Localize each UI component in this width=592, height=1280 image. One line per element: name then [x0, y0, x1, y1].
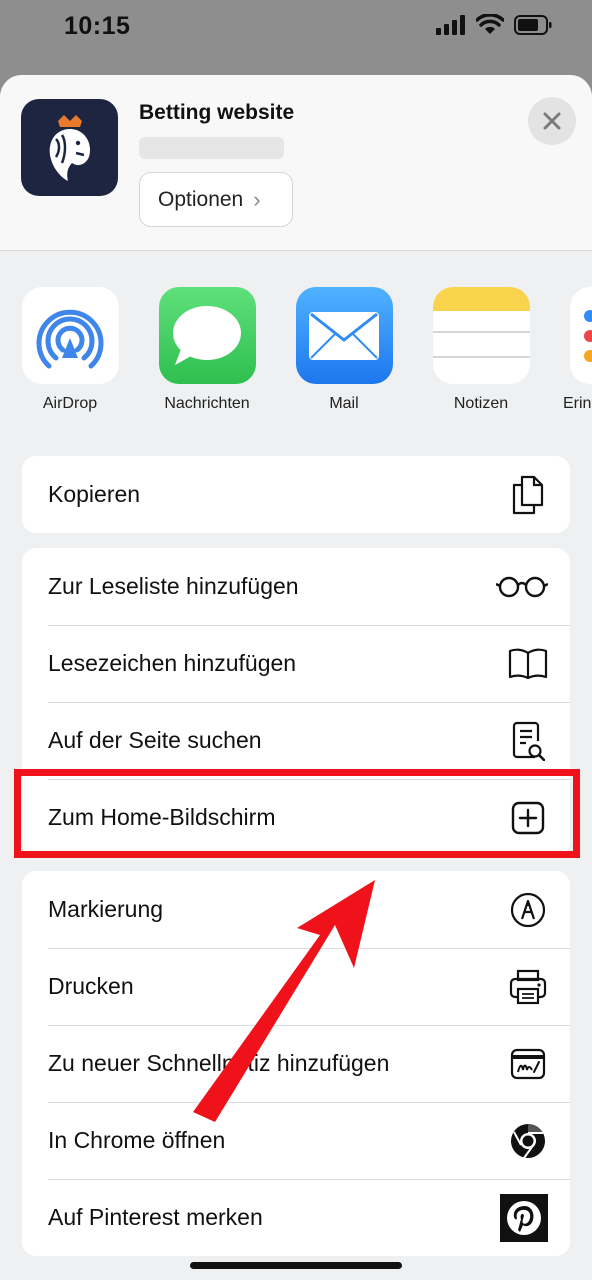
options-label: Optionen — [158, 187, 244, 211]
action-add-reading-list[interactable]: Zur Leseliste hinzufügen — [22, 548, 570, 625]
status-icons — [436, 14, 552, 35]
share-target-label: Notizen — [453, 395, 509, 412]
action-add-to-home-screen[interactable]: Zum Home-Bildschirm — [22, 779, 570, 856]
chevron-right-icon: › — [253, 186, 261, 212]
action-copy[interactable]: Kopieren — [22, 456, 570, 533]
share-target-label: Mail — [329, 395, 359, 412]
action-markup[interactable]: Markierung — [22, 871, 570, 948]
action-group-other: Markierung Drucken Zu neuer Schnellnotiz… — [22, 871, 570, 1256]
notes-icon — [432, 287, 530, 384]
battery-icon — [514, 14, 552, 35]
book-icon — [508, 644, 548, 684]
action-label: Drucken — [48, 973, 134, 999]
close-button[interactable] — [528, 97, 576, 145]
share-target-label: Nachrichten — [164, 395, 250, 412]
site-app-icon — [21, 99, 118, 196]
wifi-icon — [476, 14, 504, 34]
reminders-icon — [569, 287, 592, 384]
messages-icon — [158, 287, 256, 384]
find-on-page-icon — [508, 721, 548, 761]
chrome-icon — [508, 1121, 548, 1161]
share-target-label: AirDrop — [42, 395, 98, 412]
lion-logo-icon — [49, 114, 90, 181]
share-target-messages[interactable]: Nachrichten — [152, 287, 262, 413]
action-find-on-page[interactable]: Auf der Seite suchen — [22, 702, 570, 779]
action-quick-note[interactable]: Zu neuer Schnellnotiz hinzufügen — [22, 1025, 570, 1102]
url-redacted — [139, 137, 284, 159]
glasses-icon — [496, 567, 548, 607]
action-open-in-chrome[interactable]: In Chrome öffnen — [22, 1102, 570, 1179]
share-sheet: Betting website Optionen › AirDrop Nachr… — [0, 75, 592, 1280]
action-print[interactable]: Drucken — [22, 948, 570, 1025]
site-title: Betting website — [139, 101, 295, 124]
add-square-icon — [508, 798, 548, 838]
mail-icon — [295, 287, 393, 384]
quick-note-icon — [508, 1044, 548, 1084]
pinterest-icon — [500, 1193, 548, 1242]
action-label: Zur Leseliste hinzufügen — [48, 573, 299, 599]
action-group-page: Zur Leseliste hinzufügen Lesezeichen hin… — [22, 548, 570, 856]
share-target-mail[interactable]: Mail — [289, 287, 399, 413]
action-label: Auf der Seite suchen — [48, 727, 262, 753]
action-label: Lesezeichen hinzufügen — [48, 650, 297, 676]
airdrop-icon — [21, 287, 119, 384]
share-header: Betting website Optionen › — [0, 75, 592, 251]
markup-icon — [508, 890, 548, 930]
status-bar: 10:15 — [0, 0, 592, 60]
share-target-reminders[interactable]: Erin — [563, 287, 592, 413]
copy-icon — [508, 475, 548, 515]
action-add-bookmark[interactable]: Lesezeichen hinzufügen — [22, 625, 570, 702]
close-icon — [543, 112, 561, 130]
action-label: Zum Home-Bildschirm — [48, 804, 276, 830]
action-group-copy: Kopieren — [22, 456, 570, 533]
share-targets-row: AirDrop Nachrichten Mail Notizen Erin — [0, 287, 592, 417]
action-label: Auf Pinterest merken — [48, 1204, 263, 1230]
status-time: 10:15 — [64, 12, 131, 40]
action-label: Zu neuer Schnellnotiz hinzufügen — [48, 1050, 390, 1076]
action-label: In Chrome öffnen — [48, 1127, 226, 1153]
action-label: Markierung — [48, 896, 164, 922]
cellular-signal-icon — [436, 14, 465, 35]
share-target-airdrop[interactable]: AirDrop — [15, 287, 125, 413]
home-indicator — [190, 1262, 402, 1269]
action-label: Kopieren — [48, 481, 141, 507]
options-button[interactable]: Optionen › — [139, 172, 293, 227]
printer-icon — [508, 967, 548, 1007]
action-save-pinterest[interactable]: Auf Pinterest merken — [22, 1179, 570, 1256]
share-target-label: Erin — [563, 395, 592, 412]
share-target-notes[interactable]: Notizen — [426, 287, 536, 413]
